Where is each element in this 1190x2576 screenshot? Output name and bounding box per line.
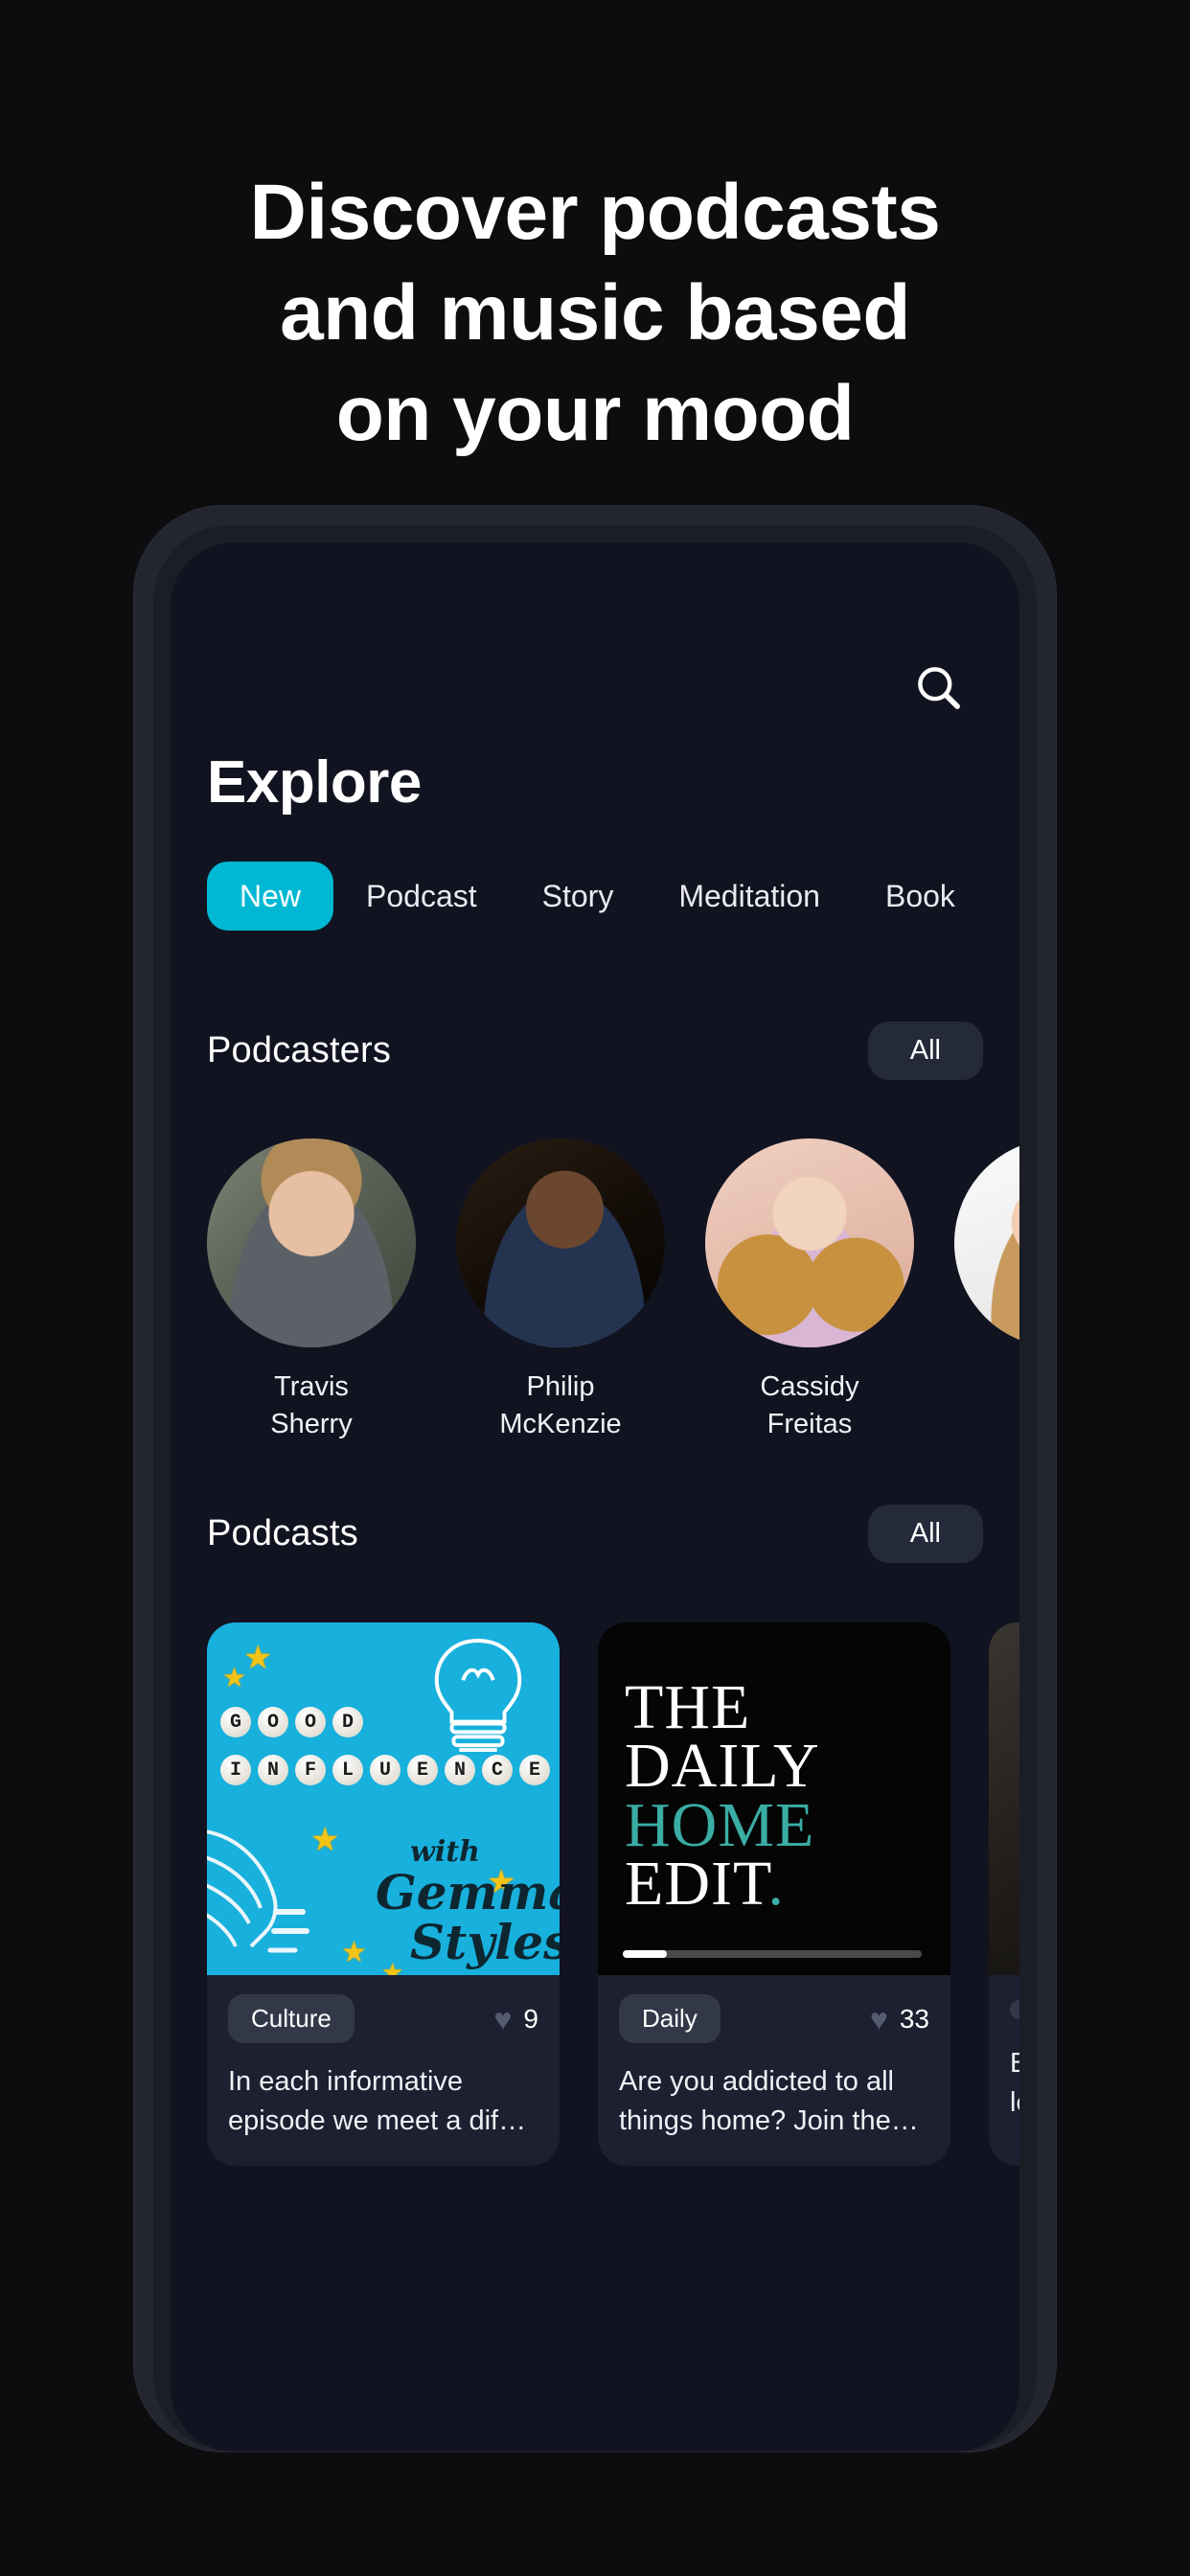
cover-line-home: HOME <box>625 1789 815 1860</box>
tab-meditation[interactable]: Meditation <box>646 862 853 931</box>
page-title: Discover podcasts and music based on you… <box>249 169 941 457</box>
tab-story[interactable]: Story <box>510 862 647 931</box>
cover-line-daily: DAILY <box>625 1731 820 1802</box>
status-badge <box>1010 2000 1019 2019</box>
podcaster-name: Travis Sherry <box>270 1371 353 1439</box>
search-icon <box>912 661 966 715</box>
cover-word-good: GOOD <box>220 1707 363 1737</box>
cover-host-line1: Gemma <box>376 1864 560 1920</box>
category-tabs[interactable]: New Podcast Story Meditation Book <box>207 862 988 931</box>
cover-line-edit: EDIT. <box>625 1849 785 1920</box>
podcast-cover-art[interactable]: THE DAILY HOME EDIT. <box>598 1622 950 1975</box>
section-header-podcasts: Podcasts All <box>207 1505 983 1563</box>
status-badge: Daily <box>619 1994 721 2043</box>
podcast-description: B… le… <box>1010 2048 1019 2119</box>
list-item[interactable]: Travis Sherry <box>207 1138 416 1442</box>
podcasters-all-button[interactable]: All <box>867 1022 983 1080</box>
tab-book[interactable]: Book <box>853 862 988 931</box>
search-button[interactable] <box>904 654 973 723</box>
podcast-card-body: Daily ♥ 33 Are you addicted to all thing… <box>598 1975 950 2166</box>
podcast-card-body: ♥ B… le… <box>989 1975 1019 2148</box>
list-item[interactable]: Cassidy Freitas <box>705 1138 914 1442</box>
heart-icon[interactable]: ♥ <box>870 2004 888 2035</box>
avatar[interactable] <box>705 1138 914 1347</box>
like-count: 33 <box>899 2003 929 2034</box>
like-count-group[interactable]: ♥ 9 <box>493 2004 538 2035</box>
tab-podcast[interactable]: Podcast <box>333 862 510 931</box>
podcasts-all-button[interactable]: All <box>867 1505 983 1563</box>
section-title-podcasts: Podcasts <box>207 1513 358 1553</box>
section-header-podcasters: Podcasters All <box>207 1022 983 1080</box>
avatar[interactable] <box>954 1138 1019 1347</box>
lightbulb-icon <box>434 1639 522 1753</box>
app-viewport: Explore New Podcast Story Meditation Boo… <box>171 542 1019 2451</box>
podcast-description: In each informative episode we meet a di… <box>228 2066 527 2137</box>
podcaster-name: Philip McKenzie <box>499 1371 622 1439</box>
list-item[interactable]: Philip McKenzie <box>456 1138 665 1442</box>
tab-new[interactable]: New <box>207 862 334 931</box>
avatar[interactable] <box>207 1138 416 1347</box>
status-badge: Culture <box>228 1994 355 2043</box>
list-item[interactable]: ★ ★ ★ ★ ★ ★ GOOD INFLUENCE with Gemma St… <box>207 1622 560 2167</box>
podcaster-name: Cassidy Freitas <box>760 1371 859 1439</box>
list-item[interactable]: T C <box>954 1138 1019 1442</box>
list-item[interactable]: ♥ B… le… <box>989 1622 1019 2167</box>
podcast-card-meta: ♥ <box>1010 1994 1019 2025</box>
podcast-card-meta: Culture ♥ 9 <box>228 1994 538 2043</box>
podcast-card-body: Culture ♥ 9 In each informative episode … <box>207 1975 560 2166</box>
cover-host-line2: Styles <box>410 1914 560 1970</box>
podcast-cover-art[interactable]: ★ ★ ★ ★ ★ ★ GOOD INFLUENCE with Gemma St… <box>207 1622 560 1975</box>
cover-title-daily-home-edit: THE DAILY HOME EDIT. <box>625 1672 820 1920</box>
like-count-group[interactable]: ♥ 33 <box>870 2004 929 2035</box>
cover-line-the: THE <box>625 1672 751 1742</box>
avatar[interactable] <box>456 1138 665 1347</box>
podcasts-list[interactable]: ★ ★ ★ ★ ★ ★ GOOD INFLUENCE with Gemma St… <box>207 1622 1019 2167</box>
face-silhouette-icon <box>207 1829 309 1953</box>
promo-screenshot: Discover podcasts and music based on you… <box>0 0 1190 2576</box>
cover-progress-bar <box>623 1950 922 1958</box>
section-title-podcasters: Podcasters <box>207 1030 392 1070</box>
podcast-description: Are you addicted to all things home? Joi… <box>619 2066 919 2137</box>
podcast-card-meta: Daily ♥ 33 <box>619 1994 929 2043</box>
cover-word-influence: INFLUENCE <box>220 1755 550 1785</box>
list-item[interactable]: THE DAILY HOME EDIT. Daily ♥ 33 Are you … <box>598 1622 950 2167</box>
podcaster-name: T C <box>954 1368 1019 1442</box>
like-count: 9 <box>523 2003 538 2034</box>
podcast-cover-art[interactable] <box>989 1622 1019 1975</box>
screen-title: Explore <box>207 749 422 816</box>
phone-screen: Explore New Podcast Story Meditation Boo… <box>171 542 1019 2451</box>
heart-icon[interactable]: ♥ <box>493 2004 512 2035</box>
podcasters-list[interactable]: Travis Sherry Philip McKenzie Cassidy Fr… <box>207 1138 1019 1442</box>
